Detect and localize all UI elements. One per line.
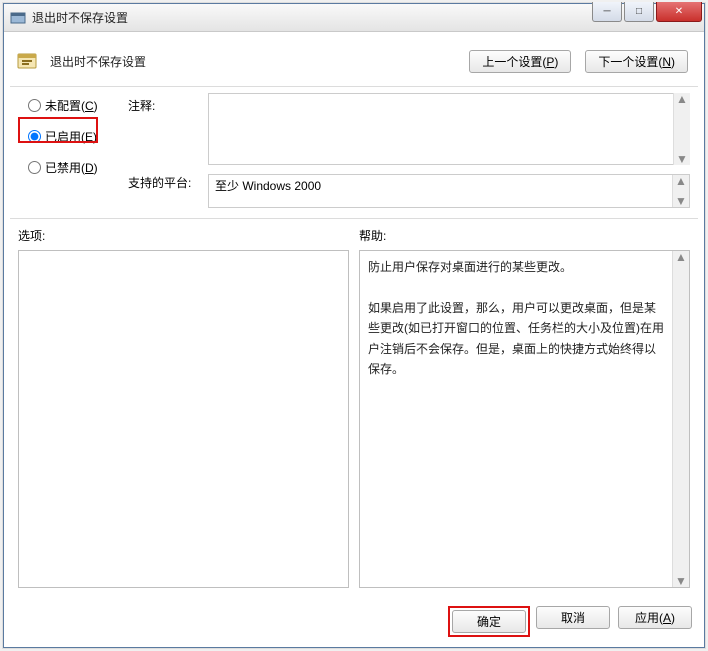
close-button[interactable]: ✕: [656, 2, 702, 22]
field-column: ▲ ▼ 至少 Windows 2000 ▲ ▼: [208, 93, 690, 208]
app-icon: [10, 10, 26, 26]
previous-setting-button[interactable]: 上一个设置(P): [469, 50, 571, 73]
maximize-button[interactable]: □: [624, 2, 654, 22]
divider: [10, 218, 698, 219]
scroll-down-icon[interactable]: ▼: [676, 153, 688, 165]
scroll-up-icon[interactable]: ▲: [675, 175, 687, 187]
help-p2: 如果启用了此设置，那么，用户可以更改桌面，但是某些更改(如已打开窗口的位置、任务…: [368, 298, 667, 380]
scroll-down-icon[interactable]: ▼: [675, 195, 687, 207]
radio-enabled-input[interactable]: [28, 130, 41, 143]
dialog-button-row: 确定 取消 应用(A): [448, 606, 692, 637]
config-zone: 未配置(C) 已启用(E) 已禁用(D) 注释: 支持的平台:: [10, 87, 698, 208]
ok-button[interactable]: 确定: [452, 610, 526, 633]
platform-value: 至少 Windows 2000: [215, 179, 321, 193]
header-strip: 退出时不保存设置 上一个设置(P) 下一个设置(N): [10, 36, 698, 80]
radio-not-configured[interactable]: 未配置(C): [28, 97, 128, 114]
radio-enabled-label: 已启用(E): [45, 128, 97, 145]
split-zone: 选项: 帮助: 防止用户保存对桌面进行的某些更改。 如果启用了此设置，那么，用户…: [10, 227, 698, 588]
highlight-ok-button: 确定: [448, 606, 530, 637]
policy-title: 退出时不保存设置: [50, 53, 455, 70]
radio-enabled[interactable]: 已启用(E): [28, 128, 128, 145]
help-label: 帮助:: [359, 227, 690, 244]
label-column: 注释: 支持的平台:: [128, 93, 208, 208]
window-title: 退出时不保存设置: [32, 9, 128, 26]
help-pane: 防止用户保存对桌面进行的某些更改。 如果启用了此设置，那么，用户可以更改桌面，但…: [359, 250, 690, 588]
options-label: 选项:: [18, 227, 349, 244]
options-pane: [18, 250, 349, 588]
platform-label: 支持的平台:: [128, 174, 208, 191]
radio-disabled-input[interactable]: [28, 161, 41, 174]
help-text: 防止用户保存对桌面进行的某些更改。 如果启用了此设置，那么，用户可以更改桌面，但…: [360, 251, 689, 385]
radio-not-configured-label: 未配置(C): [45, 97, 98, 114]
next-setting-button[interactable]: 下一个设置(N): [585, 50, 688, 73]
radio-disabled[interactable]: 已禁用(D): [28, 159, 128, 176]
dialog-window: 退出时不保存设置 ─ □ ✕ 退出时不保存设置 上一个设置(P) 下一个设置(N…: [3, 3, 705, 648]
scroll-up-icon[interactable]: ▲: [675, 251, 687, 263]
apply-button[interactable]: 应用(A): [618, 606, 692, 629]
supported-platform-box: 至少 Windows 2000 ▲ ▼: [208, 174, 690, 208]
radio-column: 未配置(C) 已启用(E) 已禁用(D): [18, 93, 128, 208]
titlebar: 退出时不保存设置 ─ □ ✕: [4, 4, 704, 32]
help-p1: 防止用户保存对桌面进行的某些更改。: [368, 257, 667, 277]
policy-icon: [16, 50, 38, 72]
radio-disabled-label: 已禁用(D): [45, 159, 98, 176]
scroll-down-icon[interactable]: ▼: [675, 575, 687, 587]
window-controls: ─ □ ✕: [592, 2, 704, 22]
comment-textarea[interactable]: [208, 93, 690, 165]
radio-not-configured-input[interactable]: [28, 99, 41, 112]
client-area: 退出时不保存设置 上一个设置(P) 下一个设置(N) 未配置(C) 已启用(E)…: [10, 36, 698, 641]
comment-label: 注释:: [128, 97, 208, 114]
minimize-button[interactable]: ─: [592, 2, 622, 22]
scrollbar[interactable]: ▲ ▼: [672, 175, 689, 207]
scrollbar[interactable]: ▲ ▼: [672, 251, 689, 587]
scroll-up-icon[interactable]: ▲: [676, 93, 688, 105]
cancel-button[interactable]: 取消: [536, 606, 610, 629]
scrollbar[interactable]: ▲ ▼: [673, 93, 690, 165]
